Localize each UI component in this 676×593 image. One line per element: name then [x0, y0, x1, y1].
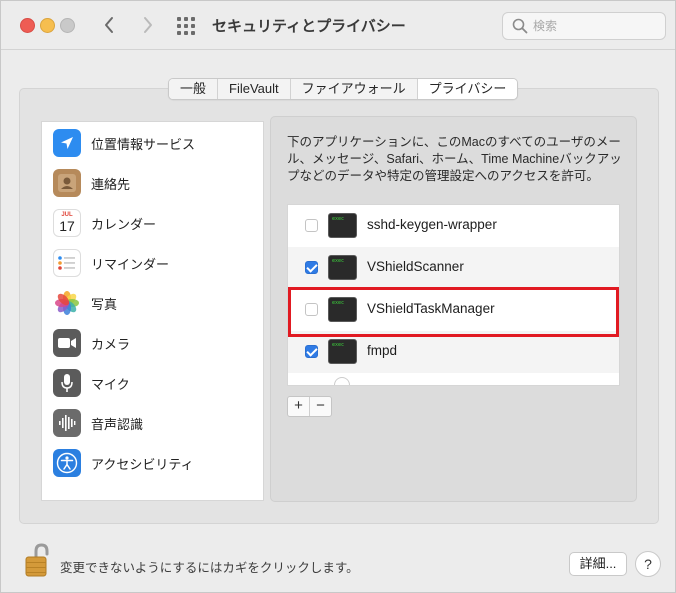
accessibility-icon: [53, 449, 81, 477]
show-all-grid-icon[interactable]: [177, 17, 195, 35]
tab-privacy[interactable]: プライバシー: [417, 79, 518, 99]
app-row[interactable]: fmpd: [288, 331, 619, 373]
terminal-exec-icon: [328, 255, 357, 280]
sidebar-item-label: マイク: [91, 376, 130, 392]
app-name: VShieldScanner: [367, 259, 464, 274]
lock-icon[interactable]: [22, 542, 54, 578]
app-row[interactable]: sshd-keygen-wrapper: [288, 205, 619, 247]
tab-firewall[interactable]: ファイアウォール: [290, 79, 418, 99]
privacy-category-list: 位置情報サービス 連絡先 JUL 17 カレンダー リマインダー 写真 カメラ …: [41, 121, 264, 501]
speech-recognition-icon: [53, 409, 81, 437]
app-name: fmpd: [367, 343, 398, 358]
title-bar: セキュリティとプライバシー: [1, 1, 675, 50]
close-button[interactable]: [20, 18, 35, 33]
chevron-right-icon: [144, 17, 152, 33]
tab-bar: 一般 FileVault ファイアウォール プライバシー: [168, 78, 519, 100]
photos-icon: [53, 289, 81, 317]
app-row[interactable]: VShieldScanner: [288, 247, 619, 289]
search-field[interactable]: [502, 12, 666, 40]
sidebar-item-calendar[interactable]: JUL 17 カレンダー: [42, 204, 263, 242]
chevron-left-icon: [105, 17, 113, 33]
sidebar-item-label: リマインダー: [91, 256, 170, 272]
sidebar-item-photos[interactable]: 写真: [42, 284, 263, 322]
sidebar-item-label: 位置情報サービス: [91, 136, 196, 152]
sidebar-item-label: カメラ: [91, 336, 131, 352]
sidebar-item-label: 連絡先: [91, 176, 131, 192]
app-checkbox[interactable]: [305, 219, 318, 232]
sidebar-item-label: 音声認識: [91, 416, 144, 432]
privacy-description: 下のアプリケーションに、このMacのすべてのユーザのメール、メッセージ、Safa…: [287, 135, 622, 183]
app-checkbox[interactable]: [305, 345, 318, 358]
sidebar-item-speech-recognition[interactable]: 音声認識: [42, 404, 263, 442]
search-icon: [512, 18, 528, 34]
app-name: sshd-keygen-wrapper: [367, 217, 497, 232]
zoom-button[interactable]: [60, 18, 75, 33]
camera-icon: [53, 329, 81, 357]
lock-hint-text: 変更できないようにするにはカギをクリックします。: [60, 561, 359, 575]
details-button[interactable]: 詳細...: [569, 552, 627, 576]
partial-app-icon: [334, 377, 350, 385]
back-button[interactable]: [98, 13, 120, 37]
sidebar-item-reminders[interactable]: リマインダー: [42, 244, 263, 282]
remove-button[interactable]: −: [310, 397, 331, 416]
app-row-partial: [288, 373, 619, 385]
microphone-icon: [53, 369, 81, 397]
minimize-button[interactable]: [40, 18, 55, 33]
sidebar-item-microphone[interactable]: マイク: [42, 364, 263, 402]
reminders-icon: [53, 249, 81, 277]
app-checkbox[interactable]: [305, 261, 318, 274]
contacts-icon: [53, 169, 81, 197]
highlight-box: [288, 287, 619, 337]
location-arrow-icon: [53, 129, 81, 157]
sidebar-item-contacts[interactable]: 連絡先: [42, 164, 263, 202]
calendar-icon: JUL 17: [53, 209, 81, 237]
sidebar-item-location[interactable]: 位置情報サービス: [42, 124, 263, 162]
search-input[interactable]: [533, 17, 658, 34]
terminal-exec-icon: [328, 339, 357, 364]
sidebar-item-camera[interactable]: カメラ: [42, 324, 263, 362]
add-remove-control: + −: [287, 396, 332, 417]
sidebar-item-label: アクセシビリティ: [91, 456, 194, 472]
tab-filevault[interactable]: FileVault: [218, 79, 291, 99]
add-button[interactable]: +: [288, 397, 310, 416]
calendar-day: 17: [59, 218, 75, 234]
terminal-exec-icon: [328, 213, 357, 238]
sidebar-item-label: カレンダー: [91, 216, 157, 232]
window-title: セキュリティとプライバシー: [212, 18, 406, 35]
preferences-window: セキュリティとプライバシー 一般 FileVault ファイアウォール プライバ…: [0, 0, 676, 593]
tab-general[interactable]: 一般: [169, 79, 219, 99]
sidebar-item-label: 写真: [91, 296, 118, 312]
sidebar-item-accessibility[interactable]: アクセシビリティ: [42, 444, 263, 482]
help-button[interactable]: ?: [635, 551, 661, 577]
forward-button[interactable]: [137, 13, 159, 37]
